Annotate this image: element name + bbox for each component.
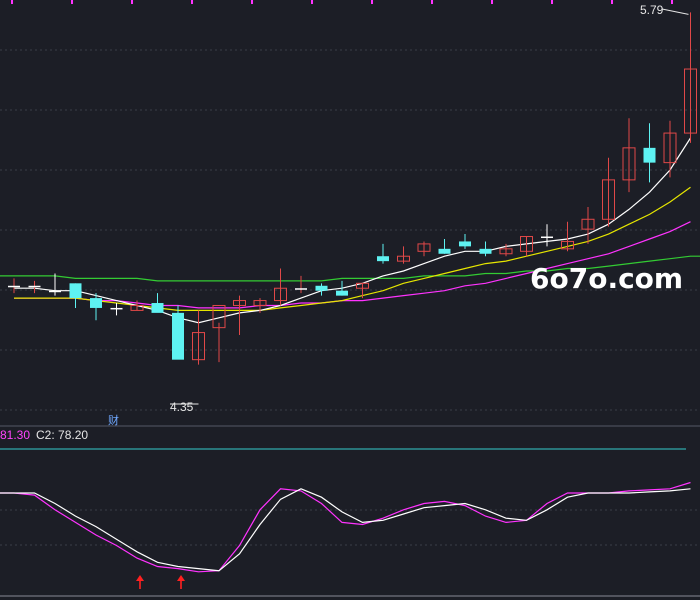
indicator-c1-value: 81.30	[0, 428, 31, 442]
watermark: 6o7o.com	[530, 262, 684, 295]
candle-body-down	[90, 298, 102, 308]
candle-body-doji	[295, 288, 307, 290]
candle-body-down	[459, 241, 471, 247]
indicator-c2-value: 78.20	[58, 428, 89, 442]
candle-body-down	[172, 312, 184, 360]
candle-body-doji	[110, 307, 123, 310]
high-price-label: 5.79	[640, 3, 664, 17]
candle-body-down	[315, 285, 328, 291]
buy-arrow-head	[136, 575, 144, 581]
candle-body-down	[643, 147, 656, 163]
candle-body-doji	[49, 290, 61, 293]
indicator-c2-label: C2: 78.20	[36, 428, 88, 442]
chart-canvas: 6o7o.com 81.30 C2: 78.20 5.79 4.35 财	[0, 0, 700, 600]
chart-svg	[0, 0, 700, 597]
candle-body-doji	[28, 285, 41, 288]
indicator-c2-line	[0, 488, 691, 572]
finance-badge[interactable]: 财	[108, 412, 119, 428]
indicator-c1-line	[0, 481, 691, 573]
indicator-c2-name: C2:	[36, 428, 55, 442]
candle-body-doji	[541, 236, 553, 239]
low-price-label: 4.35	[170, 400, 194, 414]
buy-arrow-head	[177, 575, 185, 581]
candle-body-down	[377, 256, 389, 262]
high-marker-line	[661, 8, 689, 15]
candle-body-down	[336, 290, 348, 296]
candle-body-down	[438, 248, 451, 254]
candle-body-doji	[8, 285, 20, 288]
candle-body-down	[151, 303, 164, 313]
candle-body-down	[479, 248, 492, 254]
candle-body-down	[69, 283, 82, 299]
